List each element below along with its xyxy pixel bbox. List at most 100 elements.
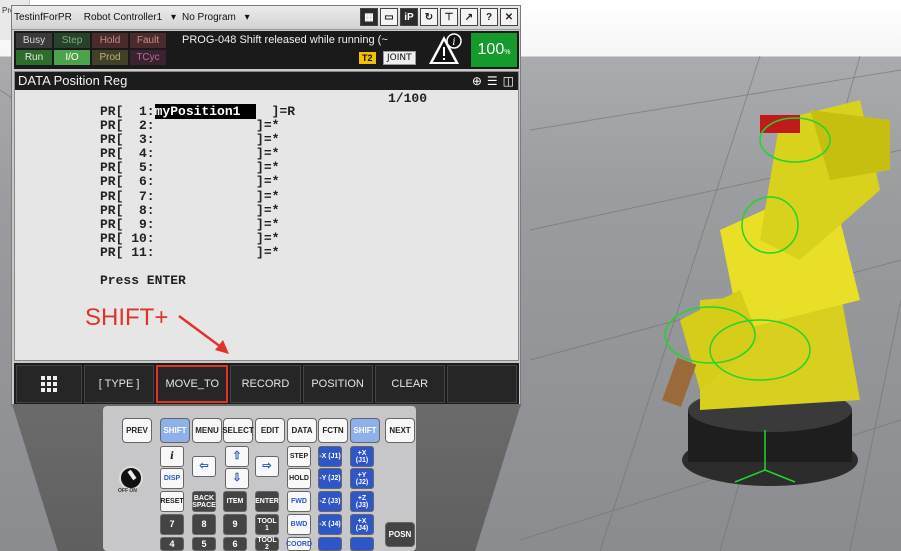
zoom-icon[interactable]: ⊕ [472, 74, 482, 88]
split-view-icon[interactable]: ◫ [503, 74, 514, 88]
coord-badge: JOINT [383, 51, 416, 65]
plus-y-j2-key[interactable]: +Y (J2) [350, 468, 374, 489]
fkey-menu-button[interactable] [16, 365, 82, 403]
link-icon[interactable]: ↗ [460, 8, 478, 26]
number-4-key[interactable]: 4 [160, 537, 184, 551]
screen-title: DATA Position Reg [18, 73, 128, 88]
mode-badge: T2 [359, 52, 376, 64]
teach-pendant-window: TestinfForPR Robot Controller1 ▾ No Prog… [11, 5, 521, 407]
plus-z-j3-key[interactable]: +Z (J3) [350, 491, 374, 512]
fkey-type-button[interactable]: [ TYPE ] [84, 365, 155, 403]
fkey-empty-button[interactable] [446, 365, 518, 403]
ip-icon[interactable]: iP [400, 8, 418, 26]
coord-key[interactable]: COORD [286, 537, 312, 551]
fkey-move-to-button[interactable]: MOVE_TO [156, 365, 229, 403]
table-row[interactable]: PR[ 10: ]=* [100, 230, 295, 246]
fwd-key[interactable]: FWD [287, 491, 311, 512]
fkey-record-button[interactable]: RECORD [230, 365, 301, 403]
edit-key[interactable]: EDIT [255, 418, 285, 443]
program-menu[interactable]: TestinfForPR [14, 12, 78, 23]
pr-suffix: ]=* [154, 160, 280, 176]
tool-1-key[interactable]: TOOL 1 [255, 514, 279, 535]
on-off-switch[interactable] [119, 466, 143, 490]
arrow-right-key[interactable]: ⇨ [255, 456, 279, 477]
pr-name[interactable]: myPosition1 [154, 104, 241, 119]
pr-prefix: PR[ 11: [100, 244, 155, 260]
back-space-key[interactable]: BACK SPACE [192, 491, 216, 512]
pr-prefix: PR[ 1: [100, 104, 155, 119]
table-row[interactable]: PR[ 6: ]=* [100, 175, 295, 189]
arrow-down-key[interactable]: ⇩ [225, 468, 249, 489]
hold-key[interactable]: HOLD [287, 468, 311, 489]
select-key[interactable]: SELECT [222, 418, 254, 443]
minus-x-j1-key[interactable]: -X (J1) [318, 446, 342, 467]
minus-x-j4-key[interactable]: -X (J4) [318, 514, 342, 535]
number-8-key[interactable]: 8 [192, 514, 216, 535]
shift-key-right[interactable]: SHIFT [350, 418, 380, 443]
menu-list-icon[interactable]: ☰ [487, 74, 498, 88]
minus-z-j3-key[interactable]: -Z (J3) [318, 491, 342, 512]
fctn-key[interactable]: FCTN [318, 418, 348, 443]
refresh-icon[interactable]: ↻ [420, 8, 438, 26]
next-key[interactable]: NEXT [385, 418, 415, 443]
table-row[interactable]: PR[ 11: ]=* [100, 244, 295, 260]
keyboard-icon[interactable]: ▦ [360, 8, 378, 26]
override-indicator[interactable]: 100% [471, 33, 517, 67]
position-register-list: PR[ 1:myPosition1 ]=R PR[ 2: ]=* PR[ 3: … [100, 104, 295, 260]
data-key[interactable]: DATA [287, 418, 317, 443]
close-icon[interactable]: ✕ [500, 8, 518, 26]
plus-x-j1-key[interactable]: +X (J1) [350, 446, 374, 467]
table-row[interactable]: PR[ 2: ]=* [100, 119, 295, 133]
pr-prefix: PR[ 8: [100, 202, 155, 218]
number-7-key[interactable]: 7 [160, 514, 184, 535]
step-key[interactable]: STEP [287, 446, 311, 467]
shift-key-left[interactable]: SHIFT [160, 418, 190, 443]
led-run: Run [16, 50, 52, 65]
led-prod: Prod [92, 50, 128, 65]
rotate-y-plus-key[interactable] [350, 537, 374, 551]
pr-prefix: PR[ 6: [100, 174, 155, 190]
pin-icon[interactable]: ⊤ [440, 8, 458, 26]
no-program-menu[interactable]: No Program ▾ [182, 12, 250, 23]
arrow-left-key[interactable]: ⇦ [192, 456, 216, 477]
table-row[interactable]: PR[ 9: ]=* [100, 216, 295, 232]
status-leds: Busy Step Hold Fault Run I/O Prod TCyc [16, 33, 166, 65]
pr-suffix: ]=* [154, 216, 280, 232]
tool-2-key[interactable]: TOOL 2 [255, 537, 279, 551]
no-program-menu-label: No Program [181, 12, 236, 23]
led-busy: Busy [16, 33, 52, 48]
fkey-clear-button[interactable]: CLEAR [374, 365, 445, 403]
pr-suffix: ]=* [154, 230, 280, 246]
disp-key[interactable]: DISP [160, 468, 184, 489]
table-row[interactable]: PR[ 1:myPosition1 ]=R [100, 104, 295, 119]
item-key[interactable]: ITEM [223, 491, 247, 512]
prompt-text: Press ENTER [100, 273, 186, 288]
table-row[interactable]: PR[ 8: ]=* [100, 202, 295, 218]
bwd-key[interactable]: BWD [287, 514, 311, 535]
controller-menu[interactable]: Robot Controller1 ▾ [84, 12, 176, 23]
number-6-key[interactable]: 6 [223, 537, 247, 551]
menu-key[interactable]: MENU [192, 418, 222, 443]
posn-key[interactable]: POSN [385, 522, 415, 547]
pr-prefix: PR[ 5: [100, 160, 155, 176]
table-row[interactable]: PR[ 7: ]=* [100, 189, 295, 204]
number-5-key[interactable]: 5 [192, 537, 216, 551]
rotate-y-key[interactable] [318, 537, 342, 551]
table-row[interactable]: PR[ 3: ]=* [100, 133, 295, 147]
display-icon[interactable]: ▭ [380, 8, 398, 26]
help-icon[interactable]: ? [480, 8, 498, 26]
table-row[interactable]: PR[ 5: ]=* [100, 161, 295, 175]
pr-prefix: PR[ 2: [100, 118, 155, 134]
number-9-key[interactable]: 9 [223, 514, 247, 535]
fkey-position-button[interactable]: POSITION [302, 365, 373, 403]
table-row[interactable]: PR[ 4: ]=* [100, 147, 295, 161]
info-key[interactable]: i [160, 446, 184, 467]
svg-text:i: i [452, 37, 455, 48]
minus-y-j2-key[interactable]: -Y (J2) [318, 468, 342, 489]
reset-key[interactable]: RESET [160, 491, 184, 512]
led-fault: Fault [130, 33, 166, 48]
arrow-up-key[interactable]: ⇧ [225, 446, 249, 467]
plus-x-j4-key[interactable]: +X (J4) [350, 514, 374, 535]
prev-key[interactable]: PREV [122, 418, 152, 443]
enter-key[interactable]: ENTER [255, 491, 279, 512]
